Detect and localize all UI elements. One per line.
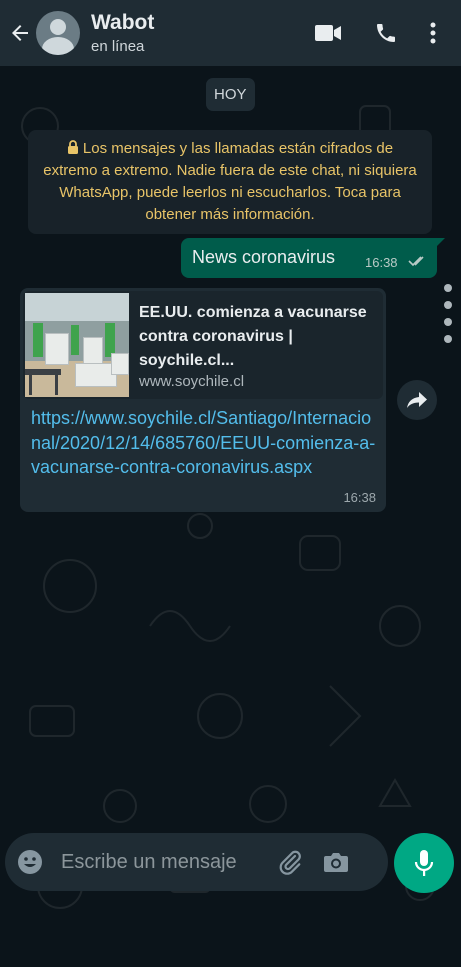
- link-preview[interactable]: EE.UU. comienza a vacunarse contra coron…: [23, 291, 383, 399]
- link-preview-title: EE.UU. comienza a vacunarse contra coron…: [139, 304, 367, 369]
- video-camera-icon: [315, 25, 341, 41]
- message-text: News coronavirus: [192, 247, 336, 267]
- camera-icon: [324, 853, 348, 872]
- more-vertical-icon: [430, 22, 436, 44]
- incoming-message[interactable]: EE.UU. comienza a vacunarse contra coron…: [20, 288, 386, 512]
- contact-status: en línea: [91, 38, 145, 55]
- date-separator: HOY: [206, 78, 255, 111]
- message-time: 16:38: [343, 490, 376, 505]
- contact-info[interactable]: Wabot en línea: [91, 11, 314, 55]
- more-options-button[interactable]: [429, 22, 437, 44]
- forward-icon: [407, 392, 427, 408]
- link-preview-domain: www.soychile.cl: [139, 373, 245, 390]
- double-check-icon: [408, 256, 424, 267]
- attach-button[interactable]: [277, 849, 303, 875]
- scroll-indicator[interactable]: [444, 284, 454, 352]
- emoji-icon: [18, 850, 42, 874]
- encryption-notice-text: Los mensajes y las llamadas están cifrad…: [43, 140, 417, 223]
- link-preview-image: [25, 293, 129, 397]
- camera-button[interactable]: [323, 851, 349, 873]
- voice-call-button[interactable]: [373, 21, 399, 45]
- forward-button[interactable]: [397, 380, 437, 420]
- emoji-button[interactable]: [17, 849, 43, 875]
- message-input[interactable]: [59, 849, 269, 875]
- video-call-button[interactable]: [314, 23, 342, 43]
- avatar[interactable]: [36, 11, 80, 55]
- microphone-icon: [414, 850, 434, 876]
- arrow-left-icon: [12, 25, 28, 41]
- phone-icon: [377, 24, 395, 42]
- encryption-notice[interactable]: Los mensajes y las llamadas están cifrad…: [28, 130, 432, 234]
- outgoing-message[interactable]: News coronavirus 16:38: [181, 238, 445, 278]
- contact-name: Wabot: [91, 11, 155, 34]
- message-time: 16:38: [365, 255, 398, 270]
- message-link[interactable]: https://www.soychile.cl/Santiago/Interna…: [31, 406, 377, 480]
- chat-header: Wabot en línea: [0, 0, 461, 66]
- message-composer: [5, 833, 388, 891]
- chat-area[interactable]: HOY Los mensajes y las llamadas están ci…: [0, 66, 461, 967]
- lock-icon: [67, 140, 78, 154]
- voice-message-button[interactable]: [394, 833, 454, 893]
- paperclip-icon: [279, 850, 301, 875]
- back-button[interactable]: [2, 21, 38, 45]
